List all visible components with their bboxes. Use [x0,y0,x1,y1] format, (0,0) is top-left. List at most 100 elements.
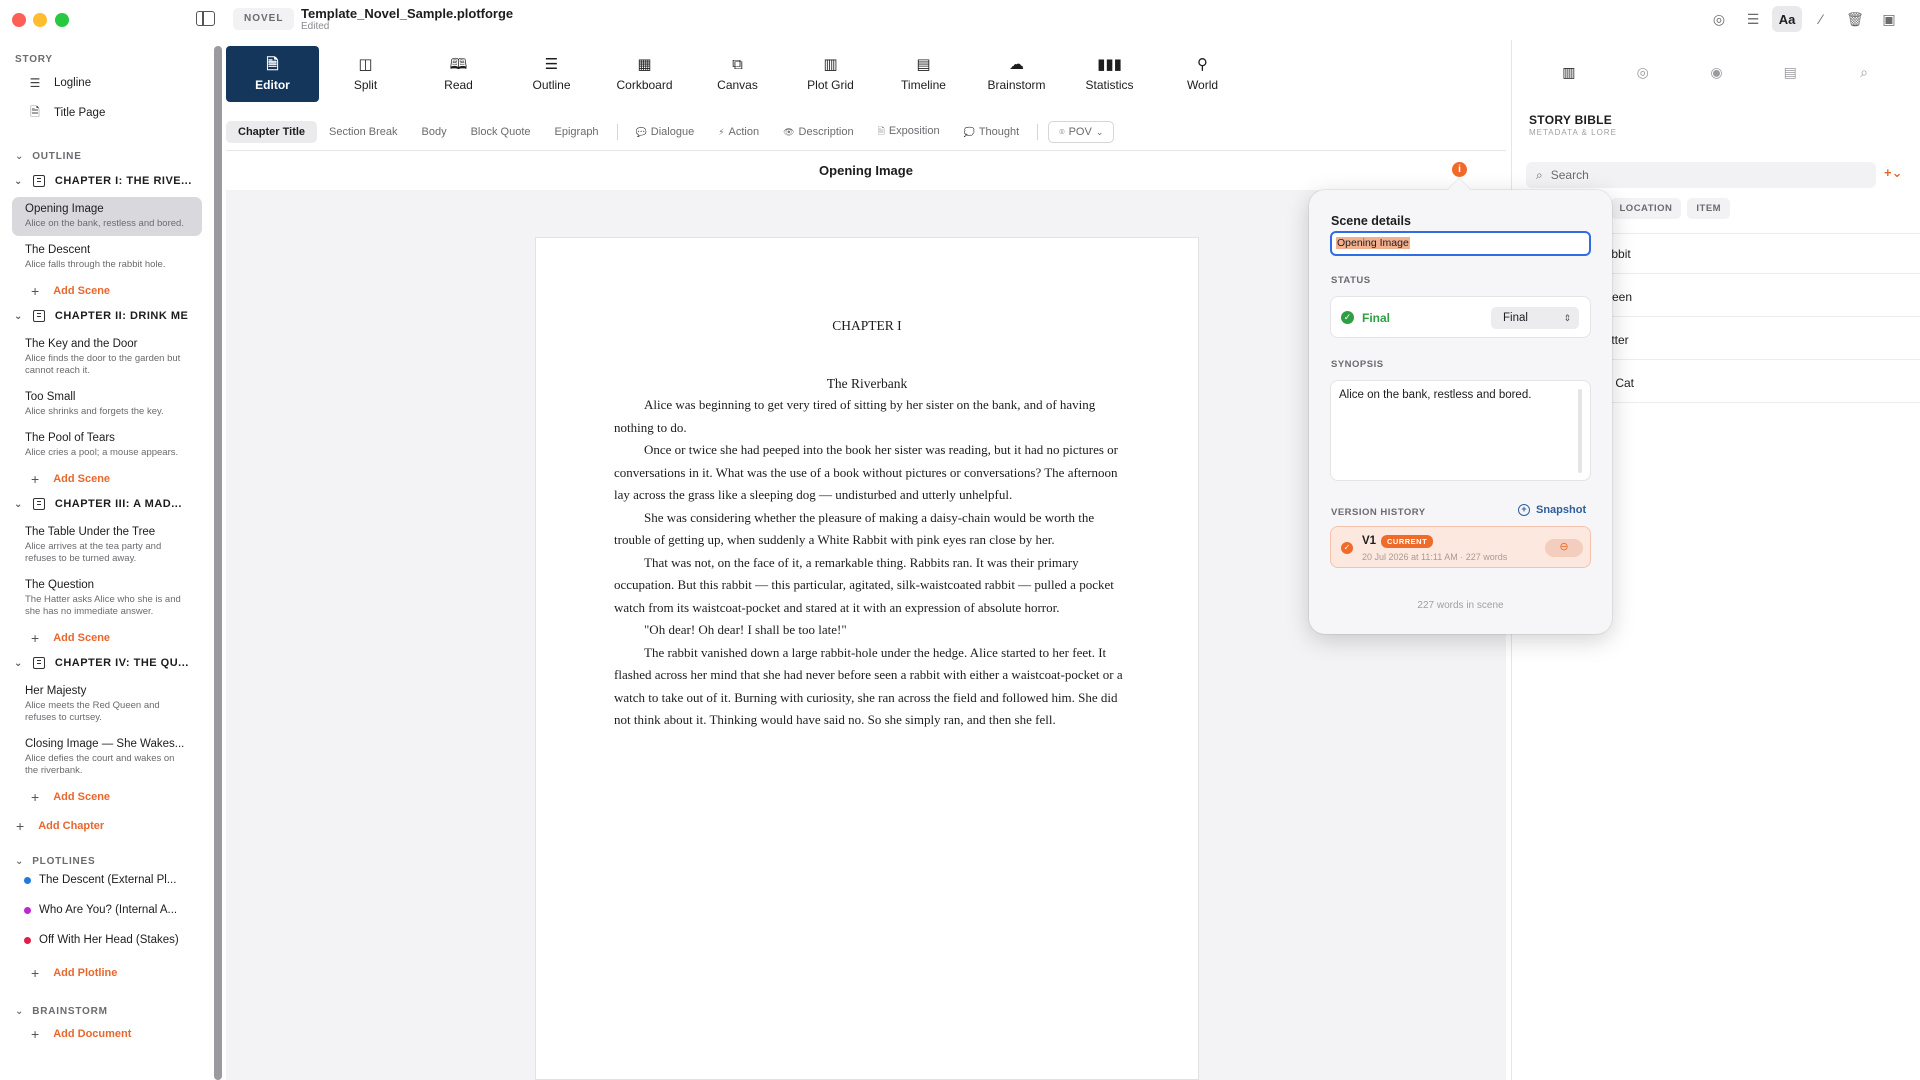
panel-right-icon[interactable]: ▣ [1874,6,1904,32]
target-icon[interactable]: ◎ [1704,6,1734,32]
format-pov-button[interactable]: ⌾ POV ⌄ [1048,121,1115,143]
tab-split[interactable]: ◫ Split [319,46,412,102]
sidebar-scrollbar[interactable] [214,46,222,1080]
add-document-button[interactable]: + Add Document [31,1026,131,1042]
scene-title: The Descent [25,244,91,256]
brainstorm-section-label[interactable]: ⌄ BRAINSTORM [15,1006,108,1017]
magic-wand-icon[interactable]: ⁄ [1806,6,1836,32]
font-icon[interactable]: Aa [1772,6,1802,32]
scene-item[interactable]: Opening Image Alice on the bank, restless… [12,197,202,236]
manuscript-paragraph[interactable]: She was considering whether the pleasure… [614,507,1128,552]
plotline-item[interactable]: Who Are You? (Internal A... [24,904,177,916]
format-action-button[interactable]: ⚡ Action [706,121,771,143]
tab-statistics[interactable]: ▮▮▮ Statistics [1063,46,1156,102]
sidebar-toggle-icon[interactable] [196,11,215,26]
add-scene-button[interactable]: + Add Scene [31,630,110,646]
add-plotline-label: Add Plotline [53,967,118,979]
format-epigraph-button[interactable]: Epigraph [543,121,611,143]
chapter-title: CHAPTER I: THE RIVE... [54,175,192,187]
story-bible-search-input[interactable]: ⌕ Search [1526,162,1876,188]
scene-item[interactable]: The Key and the Door Alice finds the door… [12,332,202,383]
chevron-down-icon: ⌄ [15,856,25,867]
chapter-row[interactable]: ⌄ CHAPTER I: THE RIVE... [14,175,192,187]
format-label: POV [1068,126,1092,138]
tab-plot-grid[interactable]: ▥ Plot Grid [784,46,877,102]
scene-synopsis: Alice defies the court and wakes on the … [25,753,175,776]
add-scene-button[interactable]: + Add Scene [31,471,110,487]
tab-editor[interactable]: 🗎 Editor [226,46,319,102]
search-icon[interactable]: ⌕ [1849,60,1879,84]
filter-chip[interactable]: ITEM [1687,198,1731,219]
add-scene-button[interactable]: + Add Scene [31,789,110,805]
chapter-heading: CHAPTER I [832,318,902,333]
tab-corkboard[interactable]: ▦ Corkboard [598,46,691,102]
version-row[interactable]: ✓ V1 CURRENT 20 Jul 2026 at 11:11 AM · 2… [1330,526,1591,568]
sidebar-item-title-page[interactable]: 🗎 Title Page [28,104,105,120]
plotline-item[interactable]: Off With Her Head (Stakes) [24,934,179,946]
manuscript-paragraph[interactable]: That was not, on the face of it, a remar… [614,552,1128,620]
page-icon: 🗎 [30,104,40,119]
close-window-button[interactable] [12,13,26,27]
synopsis-scrollbar[interactable] [1578,389,1582,473]
zoom-window-button[interactable] [55,13,69,27]
scene-item[interactable]: The Descent Alice falls through the rabbi… [12,238,202,277]
scene-item[interactable]: The Question The Hatter asks Alice who sh… [12,573,202,624]
tab-brainstorm[interactable]: ☁ Brainstorm [970,46,1063,102]
info-icon[interactable]: i [1452,162,1467,177]
tab-world[interactable]: ⚲ World [1156,46,1249,102]
library-icon[interactable]: ▥ [1554,60,1584,84]
snapshot-button[interactable]: + Snapshot [1518,504,1586,516]
format-chapter-title-button[interactable]: Chapter Title [226,121,318,143]
format-thought-button[interactable]: 💭 Thought [952,121,1032,143]
add-plotline-button[interactable]: + Add Plotline [31,965,117,981]
divider [226,150,1506,151]
manuscript-paragraph[interactable]: Alice was beginning to get very tired of… [614,394,1128,439]
manuscript-page[interactable]: CHAPTER I The Riverbank Alice was beginn… [535,237,1199,1080]
scene-item[interactable]: The Pool of Tears Alice cries a pool; a m… [12,426,202,465]
chapter-row[interactable]: ⌄ CHAPTER IV: THE QU... [14,657,189,669]
restore-version-button[interactable]: ⊖ [1545,539,1583,557]
tab-outline[interactable]: ☰ Outline [505,46,598,102]
manuscript-paragraph[interactable]: Once or twice she had peeped into the bo… [614,439,1128,507]
synopsis-textarea[interactable]: Alice on the bank, restless and bored. [1330,380,1591,481]
chapter-title: CHAPTER II: DRINK ME [54,310,189,322]
calendar-icon[interactable]: ▤ [1775,60,1805,84]
format-body-button[interactable]: Body [410,121,459,143]
format-description-button[interactable]: 👁 Description [771,121,865,143]
scene-name-input[interactable]: Opening Image [1330,231,1591,256]
add-scene-label: Add Scene [53,473,111,485]
format-exposition-button[interactable]: 🗎 Exposition [866,119,952,145]
plotlines-section-label[interactable]: ⌄ PLOTLINES [15,856,96,867]
add-scene-button[interactable]: + Add Scene [31,283,110,299]
filter-chip[interactable]: LOCATION [1610,198,1682,219]
format-dialogue-button[interactable]: 💬 Dialogue [624,121,707,143]
trash-icon[interactable]: 🗑 [1840,6,1870,32]
scene-item[interactable]: Closing Image — She Wakes... Alice defies… [12,732,202,783]
plotline-item[interactable]: The Descent (External Pl... [24,874,176,886]
tab-timeline[interactable]: ▤ Timeline [877,46,970,102]
tab-canvas[interactable]: ⧉ Canvas [691,46,784,102]
add-scene-label: Add Scene [53,791,111,803]
sidebar-item-logline[interactable]: ☰ Logline [28,76,91,90]
scene-item[interactable]: Too Small Alice shrinks and forgets the k… [12,385,202,424]
eye-icon[interactable]: ◉ [1701,60,1731,84]
chapter-row[interactable]: ⌄ CHAPTER II: DRINK ME [14,310,188,322]
popover-title: Scene details [1331,214,1411,228]
add-chapter-button[interactable]: + Add Chapter [16,818,104,834]
manuscript-paragraph[interactable]: "Oh dear! Oh dear! I shall be too late!" [614,619,1128,642]
format-section-break-button[interactable]: Section Break [317,121,409,143]
target-icon[interactable]: ◎ [1628,60,1658,84]
manuscript-body[interactable]: Alice was beginning to get very tired of… [614,394,1128,732]
scene-item[interactable]: Her Majesty Alice meets the Red Queen and… [12,679,202,730]
minimize-window-button[interactable] [33,13,47,27]
tab-read[interactable]: 🕮 Read [412,46,505,102]
status-select[interactable]: Final ⇕ [1491,307,1579,329]
manuscript-paragraph[interactable]: The rabbit vanished down a large rabbit-… [614,642,1128,732]
outline-section-label[interactable]: ⌄ OUTLINE [15,151,82,162]
add-entry-button[interactable]: +⌄ [1884,165,1902,181]
chapter-row[interactable]: ⌄ CHAPTER III: A MAD... [14,498,182,510]
sliders-icon[interactable]: ☰ [1738,6,1768,32]
scene-synopsis: The Hatter asks Alice who she is and she… [25,594,181,617]
format-block-quote-button[interactable]: Block Quote [459,121,543,143]
scene-item[interactable]: The Table Under the Tree Alice arrives at… [12,520,202,571]
